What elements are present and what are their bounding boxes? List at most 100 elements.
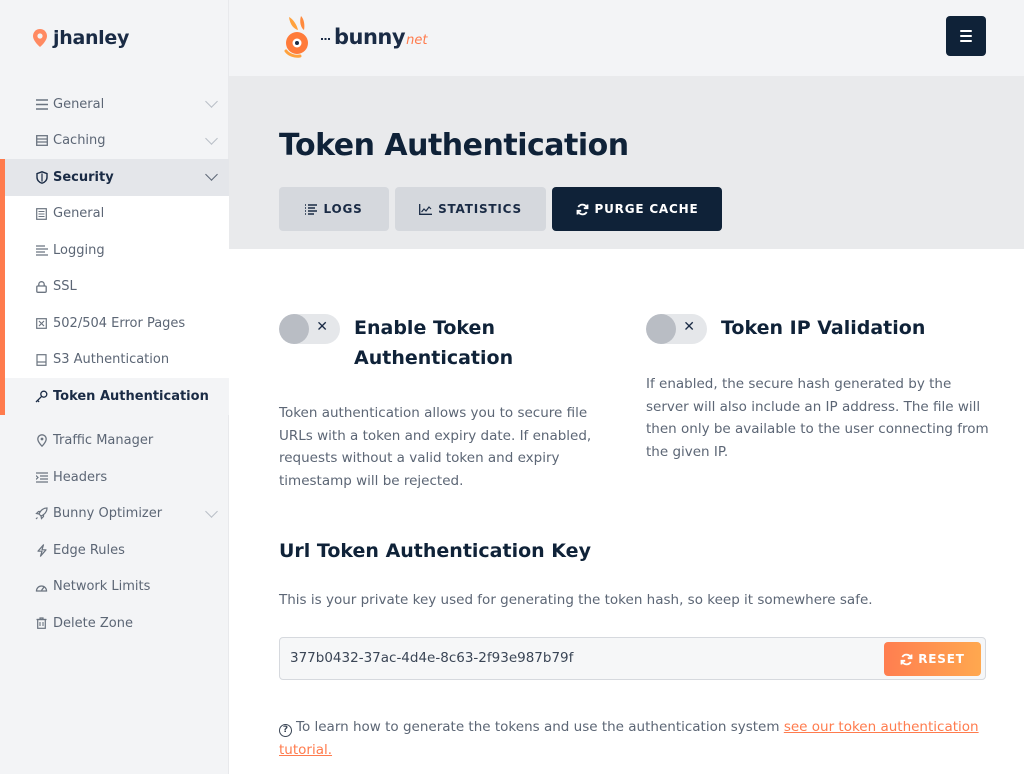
top-header: bunny net xyxy=(229,0,1024,76)
hamburger-line xyxy=(960,30,972,32)
sidebar-item-label: S3 Authentication xyxy=(53,352,170,368)
sidebar-item-label: Bunny Optimizer xyxy=(53,506,163,522)
location-pin-icon xyxy=(33,29,47,47)
sidebar-item-security-general[interactable]: General xyxy=(5,196,229,233)
enable-token-title-line1: Enable Token xyxy=(354,317,495,339)
toggle-knob xyxy=(646,314,676,344)
key-icon xyxy=(35,390,48,403)
sidebar-item-label: Delete Zone xyxy=(53,615,133,631)
sidebar-item-label: Traffic Manager xyxy=(53,433,154,449)
sidebar-item-label: 502/504 Error Pages xyxy=(53,315,186,331)
bunny-logo-icon xyxy=(284,16,308,58)
key-section-title: Url Token Authentication Key xyxy=(279,540,591,562)
account-brand[interactable]: jhanley xyxy=(33,27,129,49)
lock-icon xyxy=(35,280,48,293)
sidebar-item-label: SSL xyxy=(53,279,77,295)
sidebar: jhanley General Caching Security General… xyxy=(0,0,229,774)
page-title: Token Authentication xyxy=(279,128,629,163)
sidebar-item-label: General xyxy=(53,96,105,112)
refresh-icon xyxy=(576,203,588,215)
enable-token-title: Enable Token Authentication xyxy=(354,313,513,373)
list-icon xyxy=(35,98,48,111)
sidebar-item-bunny-optimizer[interactable]: Bunny Optimizer xyxy=(0,496,229,533)
sidebar-item-headers[interactable]: Headers xyxy=(0,459,229,496)
sidebar-item-security[interactable]: Security xyxy=(0,159,229,196)
logs-icon xyxy=(305,203,318,215)
question-icon: ? xyxy=(279,724,292,737)
sidebar-item-network-limits[interactable]: Network Limits xyxy=(0,569,229,606)
sidebar-item-s3-authentication[interactable]: S3 Authentication xyxy=(5,342,229,379)
hamburger-line xyxy=(960,40,972,42)
sidebar-nav: General Caching Security General Logging… xyxy=(0,86,229,642)
chevron-down-icon xyxy=(205,504,218,518)
bucket-icon xyxy=(35,353,48,366)
action-tabs: LOGS STATISTICS PURGE CACHE xyxy=(279,187,722,231)
reset-button-label: RESET xyxy=(918,652,965,666)
logs-button[interactable]: LOGS xyxy=(279,187,389,231)
hamburger-menu-button[interactable] xyxy=(946,16,986,56)
sidebar-item-edge-rules[interactable]: Edge Rules xyxy=(0,532,229,569)
purge-cache-button-label: PURGE CACHE xyxy=(594,202,699,216)
sidebar-item-logging[interactable]: Logging xyxy=(5,232,229,269)
refresh-icon xyxy=(900,653,913,665)
sidebar-item-label: Security xyxy=(53,169,114,185)
sidebar-item-token-authentication[interactable]: Token Authentication xyxy=(5,378,229,415)
ip-validation-title: Token IP Validation xyxy=(721,317,926,339)
key-section-description: This is your private key used for genera… xyxy=(279,592,873,608)
help-text-body: To learn how to generate the tokens and … xyxy=(296,719,784,735)
headers-icon xyxy=(35,471,48,484)
bunny-logo[interactable]: bunny net xyxy=(279,15,427,59)
chevron-down-icon xyxy=(205,168,218,182)
sidebar-item-delete-zone[interactable]: Delete Zone xyxy=(0,605,229,642)
reset-key-button[interactable]: RESET xyxy=(884,642,981,676)
hamburger-line xyxy=(960,35,972,37)
statistics-button[interactable]: STATISTICS xyxy=(395,187,546,231)
main-content: ✕ Enable Token Authentication Token auth… xyxy=(229,249,1024,774)
shield-icon xyxy=(35,170,48,184)
ip-validation-description: If enabled, the secure hash generated by… xyxy=(646,376,989,460)
sidebar-item-label: Caching xyxy=(53,133,106,149)
sidebar-item-label: Headers xyxy=(53,469,108,485)
close-icon: ✕ xyxy=(316,319,328,335)
pin-icon xyxy=(35,434,48,448)
sidebar-item-label: Network Limits xyxy=(53,579,151,595)
sidebar-item-label: Token Authentication xyxy=(53,388,209,404)
document-icon xyxy=(35,207,48,220)
sidebar-item-general[interactable]: General xyxy=(0,86,229,123)
trash-icon xyxy=(35,617,48,630)
security-subnav: General Logging SSL 502/504 Error Pages xyxy=(0,195,229,415)
logo-dash-icon xyxy=(321,38,330,40)
lines-icon xyxy=(35,244,48,257)
account-username: jhanley xyxy=(53,27,130,49)
sidebar-item-caching[interactable]: Caching xyxy=(0,123,229,160)
close-icon: ✕ xyxy=(683,319,695,335)
help-text: ? To learn how to generate the tokens and… xyxy=(279,716,979,761)
sidebar-item-label: General xyxy=(53,206,105,222)
logo-suffix: net xyxy=(406,32,428,48)
error-icon xyxy=(35,317,48,330)
sidebar-item-traffic-manager[interactable]: Traffic Manager xyxy=(0,423,229,460)
chart-icon xyxy=(419,203,433,215)
rocket-icon xyxy=(35,507,48,520)
chevron-down-icon xyxy=(205,95,218,109)
statistics-button-label: STATISTICS xyxy=(438,202,522,216)
sidebar-item-error-pages[interactable]: 502/504 Error Pages xyxy=(5,305,229,342)
enable-token-toggle[interactable]: ✕ xyxy=(279,314,340,344)
sidebar-item-label: Logging xyxy=(53,242,105,258)
sidebar-item-ssl[interactable]: SSL xyxy=(5,269,229,306)
toggle-knob xyxy=(279,314,309,344)
token-key-field[interactable]: 377b0432-37ac-4d4e-8c63-2f93e987b79f RES… xyxy=(279,637,986,680)
enable-token-title-line2: Authentication xyxy=(354,347,514,369)
token-key-value[interactable]: 377b0432-37ac-4d4e-8c63-2f93e987b79f xyxy=(290,650,573,666)
logo-text: bunny xyxy=(334,25,406,49)
gauge-icon xyxy=(35,580,48,593)
sidebar-item-label: Edge Rules xyxy=(53,542,125,558)
logs-button-label: LOGS xyxy=(323,202,363,216)
storage-icon xyxy=(35,134,48,147)
enable-token-description: Token authentication allows you to secur… xyxy=(279,405,592,489)
bolt-icon xyxy=(35,543,48,557)
purge-cache-button[interactable]: PURGE CACHE xyxy=(552,187,722,231)
page-header: Token Authentication LOGS STATISTICS PUR… xyxy=(229,76,1024,249)
ip-validation-toggle[interactable]: ✕ xyxy=(646,314,707,344)
